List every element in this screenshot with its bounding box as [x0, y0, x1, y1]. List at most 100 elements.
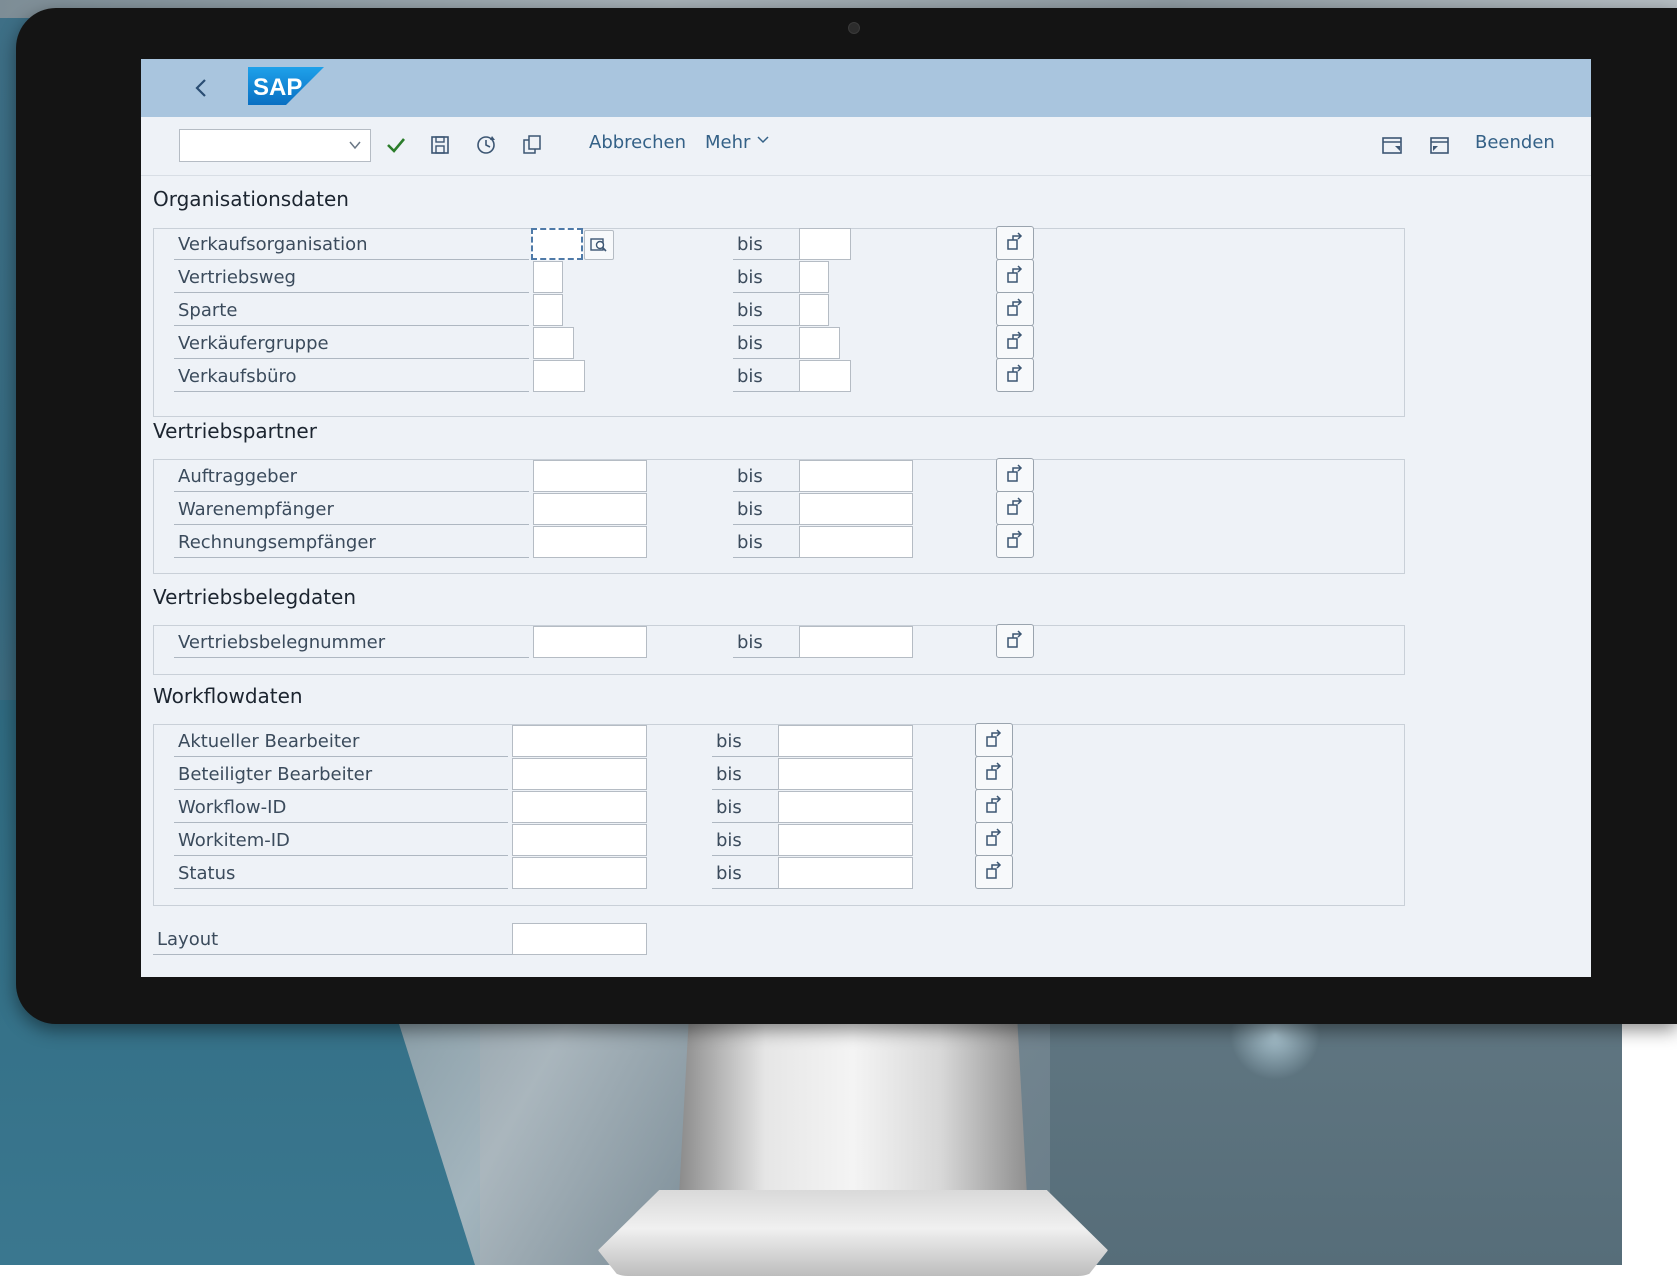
label-underline	[174, 822, 508, 823]
multiple-selection-button[interactable]	[975, 723, 1013, 757]
beteiligter-bearbeiter-to-input[interactable]	[778, 758, 913, 790]
workitem-id-to-input[interactable]	[778, 824, 913, 856]
verkaeufergruppe-from-input[interactable]	[533, 327, 574, 359]
layout-input[interactable]	[512, 923, 647, 955]
multiple-selection-button[interactable]	[996, 491, 1034, 525]
chevron-down-icon[interactable]	[348, 138, 362, 152]
verkaeufergruppe-to-input[interactable]	[799, 327, 840, 359]
row-sparte: Sparte bis	[141, 292, 1591, 326]
status-from-input[interactable]	[512, 857, 647, 889]
field-label: Sparte	[178, 300, 238, 321]
svg-text:SAP: SAP	[253, 74, 302, 101]
multiple-selection-icon	[986, 861, 1002, 879]
multiple-selection-button[interactable]	[996, 259, 1034, 293]
warenempfaenger-from-input[interactable]	[533, 493, 647, 525]
workflow-id-from-input[interactable]	[512, 791, 647, 823]
bis-label: bis	[737, 366, 763, 387]
multiple-selection-button[interactable]	[996, 624, 1034, 658]
command-field[interactable]	[179, 129, 371, 162]
multiple-selection-button[interactable]	[996, 458, 1034, 492]
multiple-selection-button[interactable]	[975, 822, 1013, 856]
label-underline	[174, 292, 529, 293]
multiple-selection-icon	[1007, 364, 1023, 382]
verkaufsbuero-from-input[interactable]	[533, 360, 585, 392]
bis-underline	[733, 325, 799, 326]
mehr-menu[interactable]: Mehr	[705, 132, 770, 153]
multiple-selection-button[interactable]	[996, 358, 1034, 392]
bis-label: bis	[737, 499, 763, 520]
field-label: Warenempfänger	[178, 499, 334, 520]
vertriebsbelegnummer-to-input[interactable]	[799, 626, 913, 658]
aktueller-bearbeiter-to-input[interactable]	[778, 725, 913, 757]
auftraggeber-from-input[interactable]	[533, 460, 647, 492]
field-label: Verkaufsbüro	[178, 366, 297, 387]
row-auftraggeber: Auftraggeber bis	[141, 458, 1591, 492]
new-window-button[interactable]	[1379, 132, 1405, 158]
sap-logo: SAP	[248, 67, 324, 105]
section-title-beleg: Vertriebsbelegdaten	[153, 585, 357, 609]
bis-label: bis	[716, 830, 742, 851]
sparte-from-input[interactable]	[533, 294, 563, 326]
back-button[interactable]	[187, 73, 217, 103]
field-label: Workitem-ID	[178, 830, 290, 851]
value-help-button[interactable]	[584, 230, 614, 260]
multiple-selection-icon	[1007, 530, 1023, 548]
multiple-selection-icon	[1007, 265, 1023, 283]
multiple-selection-button[interactable]	[975, 756, 1013, 790]
monitor-stand	[678, 1024, 1028, 1214]
history-button[interactable]	[473, 132, 499, 158]
save-button[interactable]	[427, 132, 453, 158]
beteiligter-bearbeiter-from-input[interactable]	[512, 758, 647, 790]
vertriebsweg-to-input[interactable]	[799, 261, 829, 293]
field-label: Workflow-ID	[178, 797, 287, 818]
label-underline	[174, 325, 529, 326]
row-layout: Layout	[141, 923, 1591, 955]
label-underline	[174, 888, 508, 889]
multiple-selection-button[interactable]	[996, 524, 1034, 558]
auftraggeber-to-input[interactable]	[799, 460, 913, 492]
section-title-workflow: Workflowdaten	[153, 684, 303, 708]
rechnungsempfaenger-from-input[interactable]	[533, 526, 647, 558]
vertriebsbelegnummer-from-input[interactable]	[533, 626, 647, 658]
multiple-selection-button[interactable]	[975, 789, 1013, 823]
workflow-id-to-input[interactable]	[778, 791, 913, 823]
bis-underline	[733, 557, 799, 558]
copy-button[interactable]	[519, 132, 545, 158]
multiple-selection-button[interactable]	[996, 325, 1034, 359]
field-label: Aktueller Bearbeiter	[178, 731, 360, 752]
section-title-org: Organisationsdaten	[153, 187, 349, 211]
vertriebsweg-from-input[interactable]	[533, 261, 563, 293]
row-vertriebsbelegnummer: Vertriebsbelegnummer bis	[141, 624, 1591, 658]
sap-screen: SAP Abbrechen Mehr Beenden Organisations…	[141, 59, 1591, 977]
verkaufsbuero-to-input[interactable]	[799, 360, 851, 392]
multiple-selection-button[interactable]	[975, 855, 1013, 889]
multiple-selection-button[interactable]	[996, 292, 1034, 326]
bis-underline	[733, 491, 799, 492]
application-toolbar: Abbrechen Mehr Beenden	[141, 117, 1591, 176]
bis-underline	[712, 888, 778, 889]
field-label: Auftraggeber	[178, 466, 298, 487]
rechnungsempfaenger-to-input[interactable]	[799, 526, 913, 558]
workitem-id-from-input[interactable]	[512, 824, 647, 856]
verkaufsorganisation-from-input[interactable]	[531, 228, 583, 260]
label-underline	[174, 391, 529, 392]
verkaufsorganisation-to-input[interactable]	[799, 228, 851, 260]
field-label: Verkaufsorganisation	[178, 234, 368, 255]
row-verkaufsorganisation: Verkaufsorganisation bis	[141, 226, 1591, 260]
restore-window-button[interactable]	[1426, 132, 1452, 158]
status-to-input[interactable]	[778, 857, 913, 889]
bis-label: bis	[737, 234, 763, 255]
enter-button[interactable]	[383, 132, 409, 158]
warenempfaenger-to-input[interactable]	[799, 493, 913, 525]
multiple-selection-button[interactable]	[996, 226, 1034, 260]
sparte-to-input[interactable]	[799, 294, 829, 326]
aktueller-bearbeiter-from-input[interactable]	[512, 725, 647, 757]
multiple-selection-icon	[986, 729, 1002, 747]
window-restore-icon	[1430, 137, 1449, 154]
abbrechen-button[interactable]: Abbrechen	[589, 132, 686, 153]
multiple-selection-icon	[986, 762, 1002, 780]
multiple-selection-icon	[1007, 497, 1023, 515]
beenden-button[interactable]: Beenden	[1475, 132, 1555, 153]
multiple-selection-icon	[1007, 630, 1023, 648]
row-vertriebsweg: Vertriebsweg bis	[141, 259, 1591, 293]
